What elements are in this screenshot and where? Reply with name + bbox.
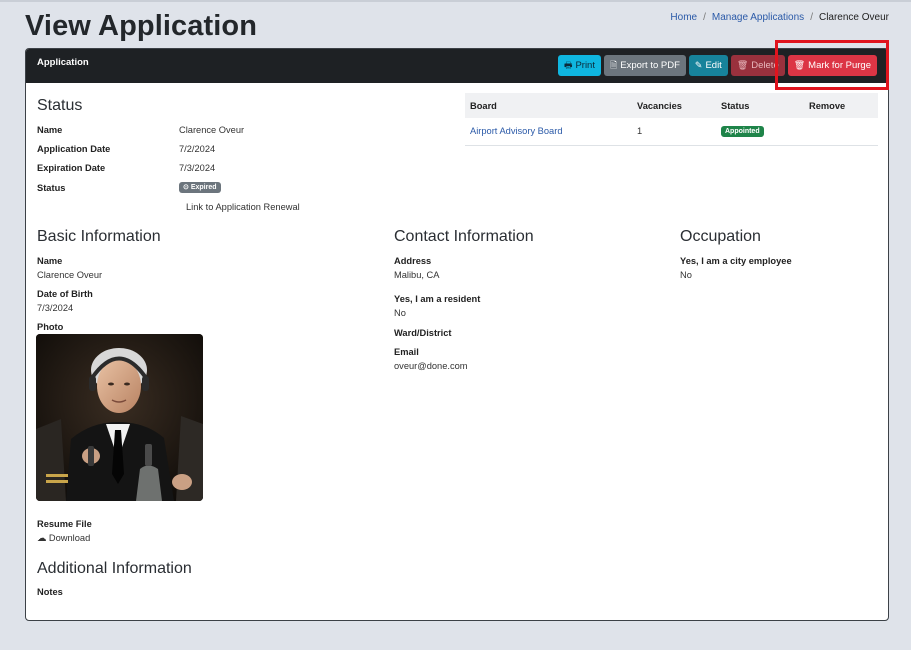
printer-icon: 🖶 [563, 60, 573, 70]
expiration-date-value: 7/3/2024 [179, 163, 216, 173]
basic-information-heading: Basic Information [37, 228, 161, 245]
column-header-remove: Remove [804, 93, 878, 118]
clock-icon: ⊙ [183, 184, 189, 191]
city-employee-value: No [680, 270, 692, 280]
pencil-icon: ✎ [694, 60, 703, 70]
application-card: Application 🖶 Print 🗎 Export to PDF ✎ Ed… [25, 48, 889, 621]
application-renewal-link[interactable]: Link to Application Renewal [186, 202, 300, 212]
export-pdf-label: Export to PDF [620, 60, 680, 71]
address-label: Address [394, 256, 432, 266]
additional-information-heading: Additional Information [37, 560, 192, 577]
status-name-label: Name [37, 125, 63, 135]
applicant-photo [36, 334, 203, 501]
expiration-date-label: Expiration Date [37, 163, 106, 173]
mark-for-purge-label: Mark for Purge [808, 60, 871, 71]
breadcrumb-manage-applications[interactable]: Manage Applications [712, 12, 804, 23]
column-header-board: Board [465, 93, 632, 118]
photo-label: Photo [37, 322, 64, 332]
city-employee-label: Yes, I am a city employee [680, 256, 792, 266]
delete-label: Delete [751, 60, 779, 71]
export-pdf-button[interactable]: 🗎 Export to PDF [603, 55, 686, 76]
application-date-label: Application Date [37, 144, 111, 154]
table-row: Airport Advisory Board 1 Appointed [465, 118, 878, 146]
pdf-file-icon: 🗎 [609, 60, 618, 70]
status-heading: Status [37, 97, 83, 114]
breadcrumb-separator: / [810, 12, 813, 23]
remove-cell [804, 118, 878, 146]
page-title: View Application [25, 10, 258, 42]
contact-information-heading: Contact Information [394, 228, 534, 245]
column-header-status: Status [716, 93, 804, 118]
cloud-download-icon: ☁ [37, 533, 47, 543]
toolbar: 🖶 Print 🗎 Export to PDF ✎ Edit 🗑 Delete … [557, 55, 877, 76]
dob-value: 7/3/2024 [37, 303, 74, 313]
breadcrumb-separator: / [703, 12, 706, 23]
print-label: Print [575, 60, 595, 71]
delete-button[interactable]: 🗑 Delete [730, 55, 785, 76]
resume-file-label: Resume File [37, 519, 92, 529]
download-label: Download [48, 533, 91, 543]
mark-for-purge-button[interactable]: 🗑 Mark for Purge [787, 55, 877, 76]
occupation-heading: Occupation [680, 228, 761, 245]
basic-name-value: Clarence Oveur [37, 270, 103, 280]
breadcrumb-current: Clarence Oveur [818, 12, 889, 23]
card-title: Application [37, 57, 89, 68]
applicant-portrait-image [36, 334, 203, 501]
notes-label: Notes [37, 587, 63, 597]
board-table: Board Vacancies Status Remove Airport Ad… [465, 93, 878, 146]
appointed-badge: Appointed [721, 126, 764, 138]
resident-label: Yes, I am a resident [394, 294, 481, 304]
trash-icon: 🗑 [736, 60, 749, 70]
board-table-header-row: Board Vacancies Status Remove [465, 93, 878, 118]
address-value: Malibu, CA [394, 270, 440, 280]
basic-name-label: Name [37, 256, 63, 266]
email-label: Email [394, 347, 419, 357]
column-header-vacancies: Vacancies [632, 93, 716, 118]
breadcrumb-home[interactable]: Home [670, 12, 697, 23]
dob-label: Date of Birth [37, 289, 93, 299]
edit-label: Edit [705, 60, 722, 71]
top-border [0, 0, 911, 2]
print-button[interactable]: 🖶 Print [557, 55, 601, 76]
board-link[interactable]: Airport Advisory Board [470, 126, 563, 136]
vacancies-cell: 1 [632, 118, 716, 146]
status-badge: ⊙ Expired [179, 182, 221, 193]
breadcrumb: Home / Manage Applications / Clarence Ov… [670, 12, 889, 23]
download-link[interactable]: ☁ Download [37, 533, 90, 544]
status-name-value: Clarence Oveur [179, 125, 245, 135]
card-header: Application 🖶 Print 🗎 Export to PDF ✎ Ed… [26, 49, 888, 83]
ward-district-label: Ward/District [394, 328, 452, 338]
edit-button[interactable]: ✎ Edit [688, 55, 728, 76]
status-label: Status [37, 183, 66, 193]
status-badge-text: Expired [190, 184, 217, 191]
trash-icon: 🗑 [793, 60, 806, 70]
email-link[interactable]: oveur@done.com [394, 361, 468, 371]
application-date-value: 7/2/2024 [179, 144, 216, 154]
resident-value: No [394, 308, 406, 318]
